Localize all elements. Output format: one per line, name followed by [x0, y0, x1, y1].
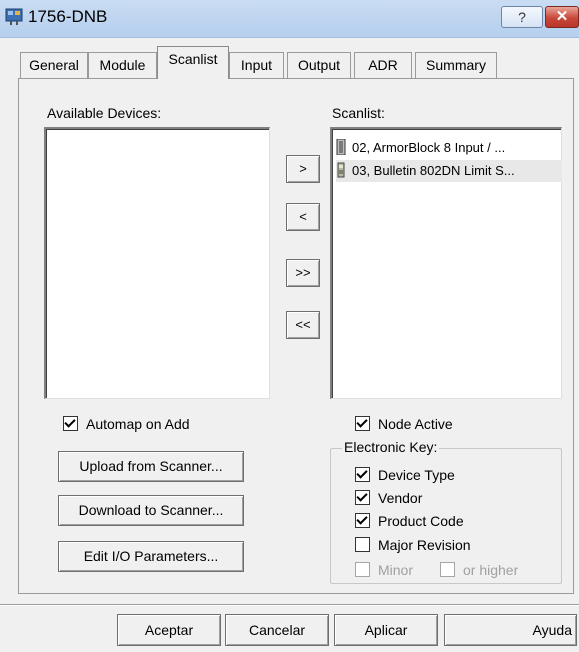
cancel-button[interactable]: Cancelar [225, 614, 329, 646]
help-title-button[interactable]: ? [501, 6, 543, 28]
module-icon [5, 8, 23, 25]
title-bar[interactable]: 1756-DNB ? ✕ [0, 0, 579, 38]
major-revision-checkbox[interactable]: Major Revision [355, 535, 471, 555]
ok-button[interactable]: Aceptar [117, 614, 221, 646]
add-device-button[interactable]: > [286, 155, 320, 183]
node-active-check-icon[interactable] [355, 416, 370, 431]
upload-from-scanner-button[interactable]: Upload from Scanner... [58, 451, 244, 482]
tab-input[interactable]: Input [229, 52, 284, 78]
armorblock-device-icon [336, 139, 346, 155]
tab-scanlist[interactable]: Scanlist [157, 46, 229, 79]
tab-output[interactable]: Output [287, 52, 351, 78]
download-to-scanner-button[interactable]: Download to Scanner... [58, 495, 244, 526]
device-type-check-icon[interactable] [355, 467, 370, 482]
vendor-check-icon[interactable] [355, 490, 370, 505]
tab-general[interactable]: General [20, 52, 88, 78]
or-higher-checkbox: or higher [440, 560, 518, 580]
electronic-key-title: Electronic Key: [342, 439, 440, 455]
tab-summary[interactable]: Summary [415, 52, 497, 78]
list-item[interactable]: 02, ArmorBlock 8 Input / ... [336, 137, 562, 159]
minor-check-icon [355, 562, 370, 577]
scanlist-item-label: 02, ArmorBlock 8 Input / ... [352, 140, 506, 155]
vendor-checkbox[interactable]: Vendor [355, 488, 422, 508]
scanlist-item-label: 03, Bulletin 802DN Limit S... [352, 163, 515, 178]
tab-module[interactable]: Module [88, 52, 157, 78]
minor-checkbox: Minor [355, 560, 413, 580]
product-code-check-icon[interactable] [355, 513, 370, 528]
available-devices-label: Available Devices: [47, 105, 162, 121]
limit-switch-device-icon [337, 162, 345, 178]
scanlist-list[interactable]: 02, ArmorBlock 8 Input / ... 03, Bulleti… [330, 127, 562, 399]
edit-io-parameters-button[interactable]: Edit I/O Parameters... [58, 541, 244, 572]
close-icon: ✕ [555, 8, 569, 25]
bottom-separator [0, 604, 579, 606]
tab-adr[interactable]: ADR [354, 52, 412, 78]
scanlist-label: Scanlist: [332, 105, 385, 121]
major-revision-check-icon[interactable] [355, 537, 370, 552]
close-button[interactable]: ✕ [545, 6, 579, 28]
automap-check-icon[interactable] [63, 416, 78, 431]
node-active-checkbox[interactable]: Node Active [355, 414, 453, 434]
help-button[interactable]: Ayuda [444, 614, 577, 646]
remove-device-button[interactable]: < [286, 203, 320, 231]
product-code-checkbox[interactable]: Product Code [355, 511, 464, 531]
add-all-button[interactable]: >> [286, 259, 320, 287]
list-item[interactable]: 03, Bulletin 802DN Limit S... [336, 160, 562, 182]
window-title: 1756-DNB [28, 7, 108, 26]
automap-checkbox[interactable]: Automap on Add [63, 414, 190, 434]
device-type-checkbox[interactable]: Device Type [355, 465, 455, 485]
or-higher-check-icon [440, 562, 455, 577]
available-devices-list[interactable] [44, 127, 270, 399]
apply-button[interactable]: Aplicar [334, 614, 438, 646]
remove-all-button[interactable]: << [286, 311, 320, 339]
